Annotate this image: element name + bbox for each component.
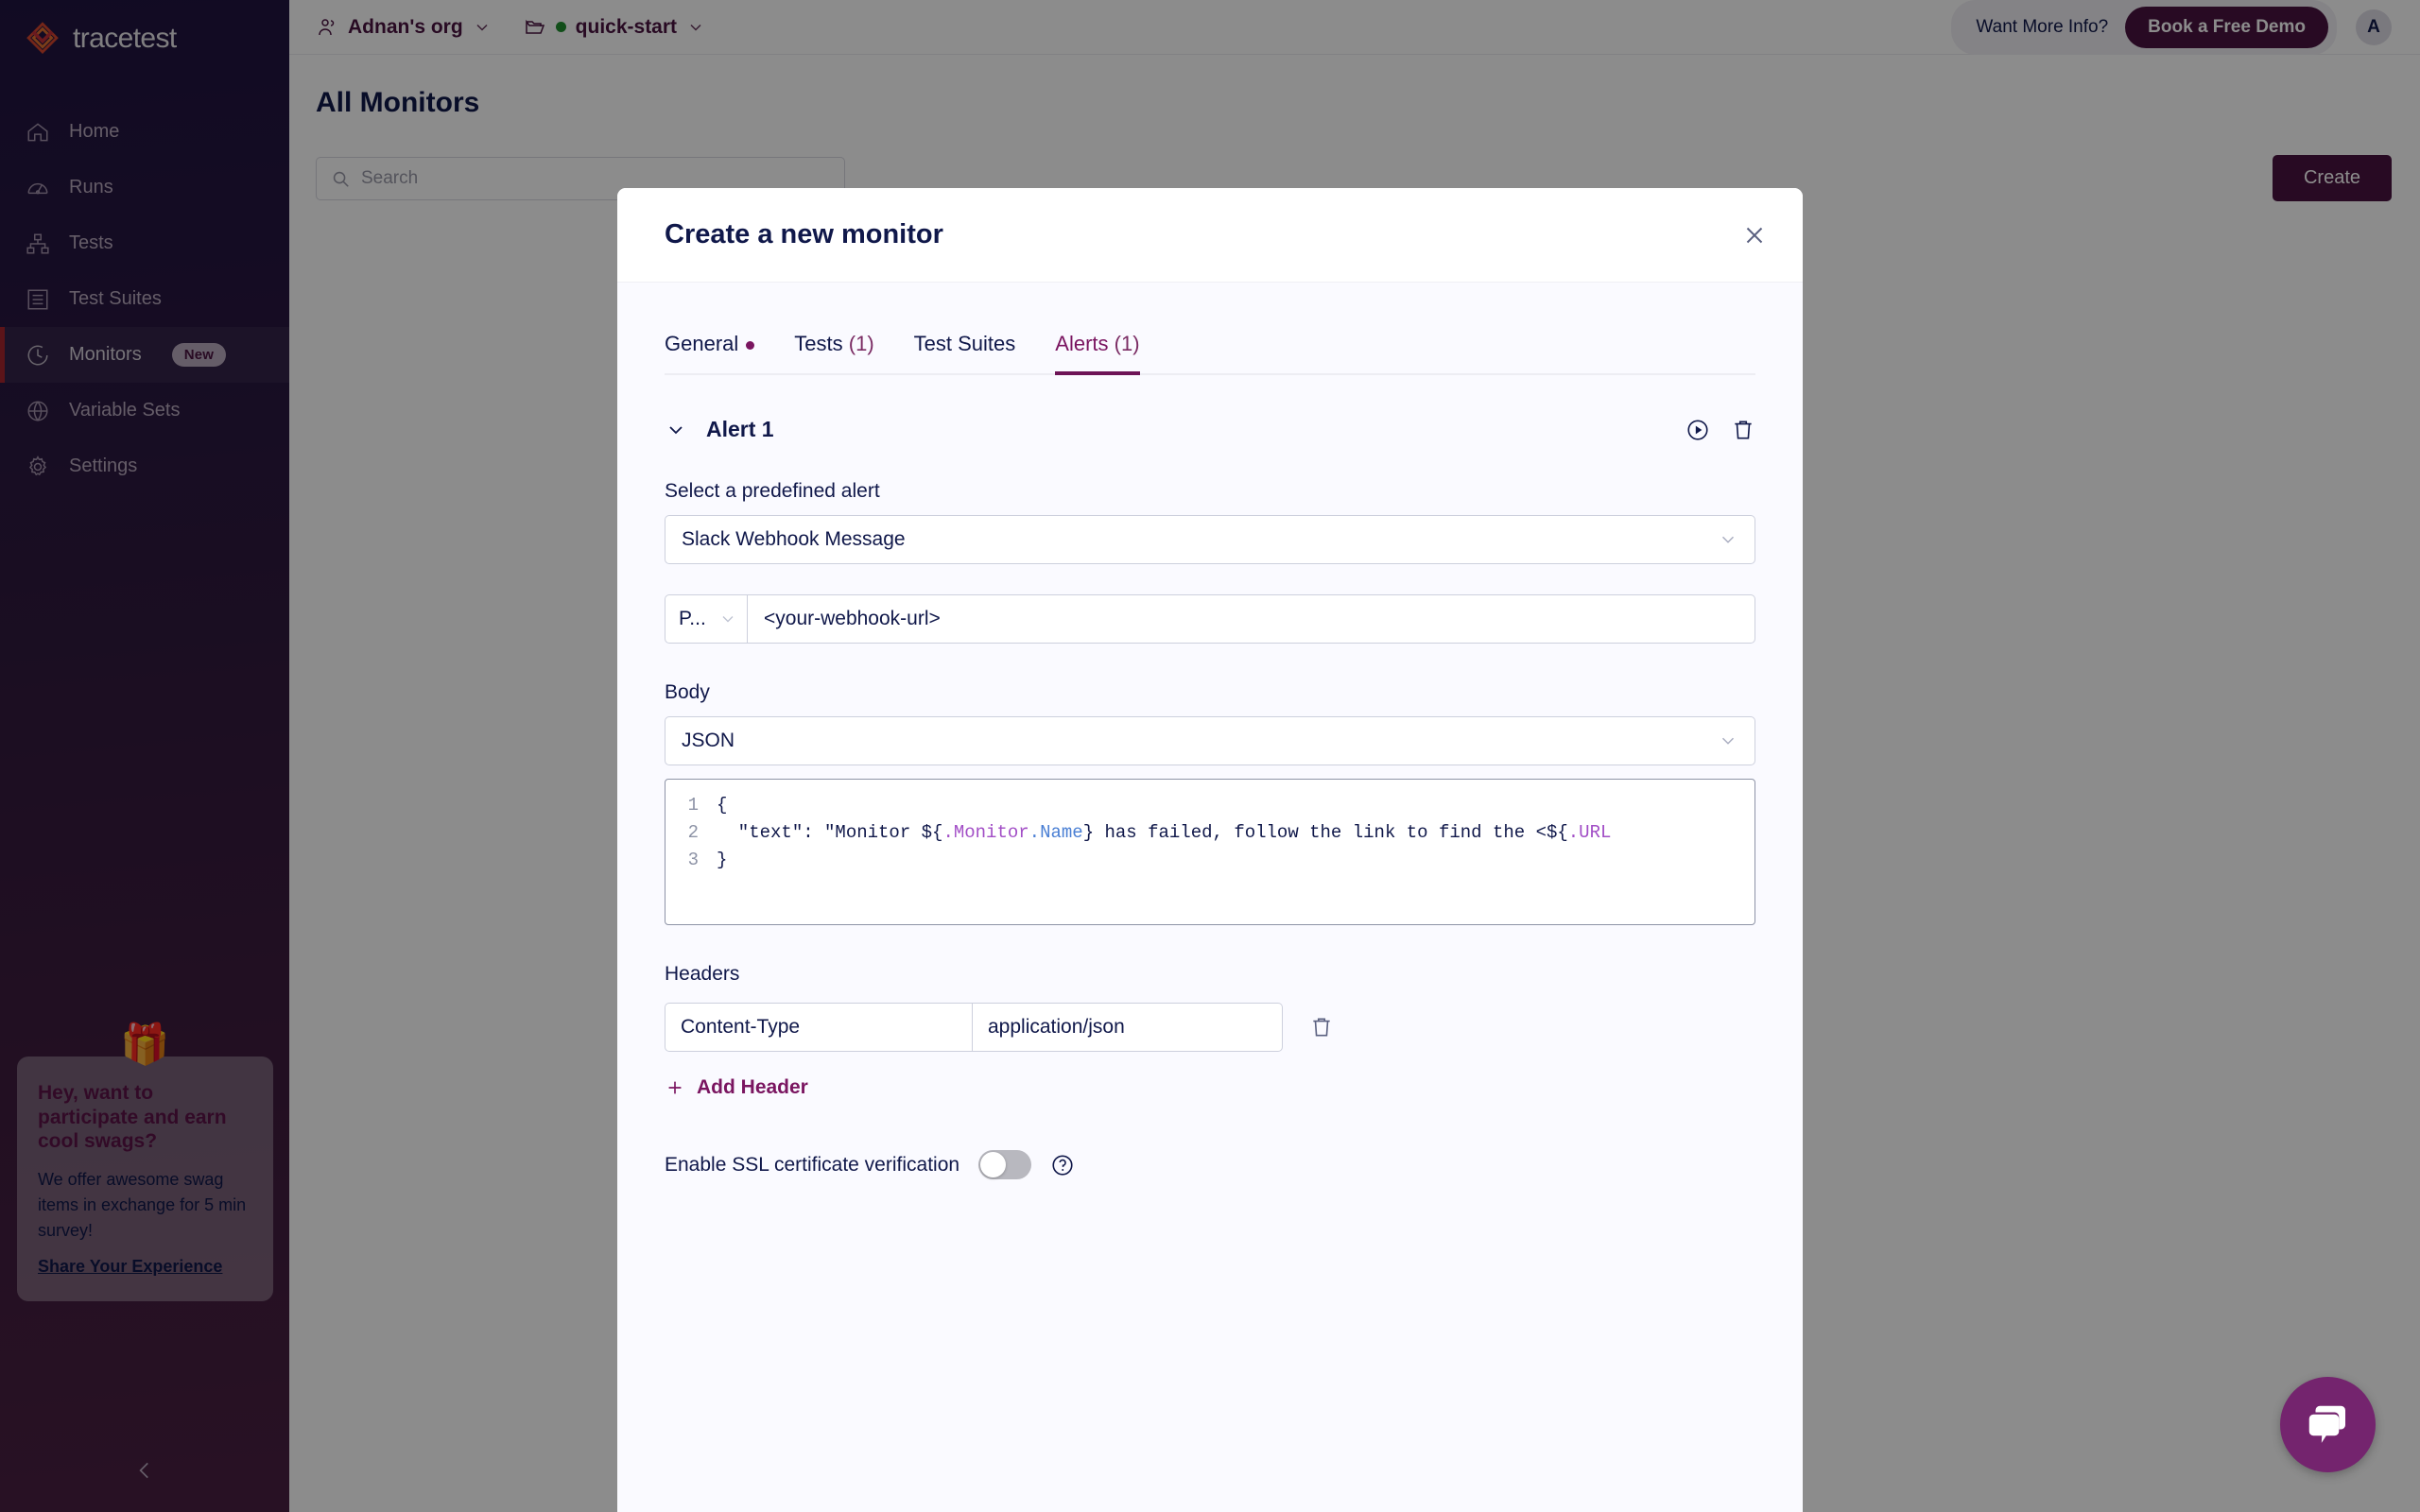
tab-label: Test Suites [913,332,1016,355]
tab-test-suites[interactable]: Test Suites [914,332,1016,373]
tab-dirty-dot [746,340,755,350]
code-line-1: { [717,795,728,816]
ssl-toggle[interactable] [978,1150,1032,1179]
chat-bubble-icon [2308,1405,2345,1443]
modal-title: Create a new monitor [665,219,943,249]
tab-tests[interactable]: Tests (1) [794,332,873,373]
tab-count: (1) [848,332,874,355]
close-icon [1746,227,1763,243]
close-button[interactable] [1740,221,1769,249]
predefined-alert-value: Slack Webhook Message [682,528,906,550]
ssl-help-button[interactable] [1050,1153,1075,1177]
ssl-label: Enable SSL certificate verification [665,1153,960,1176]
alert-collapse-toggle[interactable] [665,419,687,441]
header-value-input[interactable] [973,1003,1283,1052]
run-alert-button[interactable] [1685,418,1710,442]
add-header-button[interactable]: Add Header [665,1076,1755,1099]
alert-section-header: Alert 1 [665,417,1755,442]
ssl-verification-row: Enable SSL certificate verification [665,1150,1755,1179]
headers-label: Headers [665,963,740,985]
alert-name: Alert 1 [706,417,774,441]
code-line-2-mid: } has failed, follow the link to find th… [1082,822,1568,843]
code-line-3: } [717,850,728,870]
tab-count: (1) [1114,332,1140,355]
question-circle-icon [1052,1154,1073,1176]
create-monitor-modal: Create a new monitor General Tests (1) T… [617,188,1803,1512]
plus-icon [668,1081,682,1094]
tab-label: Alerts [1055,332,1109,355]
delete-alert-button[interactable] [1731,418,1755,442]
tab-general[interactable]: General [665,332,755,373]
webhook-url-row: P... [665,594,1755,644]
code-content: { "text": "Monitor ${.Monitor.Name} has … [707,780,1754,924]
chevron-down-icon [1721,737,1735,745]
tab-label: General [665,332,739,355]
add-header-label: Add Header [697,1076,808,1098]
trash-icon [1735,421,1752,438]
body-label: Body [665,681,710,703]
play-circle-icon [1687,419,1708,440]
predefined-alert-label: Select a predefined alert [665,480,880,502]
predefined-alert-select[interactable]: Slack Webhook Message [665,515,1755,564]
body-code-editor[interactable]: 123 { "text": "Monitor ${.Monitor.Name} … [665,779,1755,925]
delete-header-button[interactable] [1309,1015,1334,1040]
webhook-url-input[interactable] [748,594,1755,644]
chevron-down-icon [722,616,734,623]
code-line-2-pre: "text": "Monitor ${ [717,822,943,843]
alert-actions [1685,418,1755,442]
modal-body: General Tests (1) Test Suites Alerts (1) [617,283,1803,1512]
code-line-numbers: 123 [687,795,699,870]
tab-label: Tests [794,332,843,355]
http-method-select[interactable]: P... [665,594,748,644]
chevron-down-icon [669,425,683,434]
http-method-value: P... [679,608,706,629]
code-var-url: .URL [1567,822,1612,843]
chevron-down-icon [1721,536,1735,543]
body-format-value: JSON [682,730,735,751]
code-var-name: .Name [1028,822,1083,843]
chat-widget-button[interactable] [2280,1377,2376,1472]
modal-tabs: General Tests (1) Test Suites Alerts (1) [665,283,1755,375]
trash-icon [1313,1018,1330,1037]
toggle-knob [980,1152,1007,1177]
header-key-input[interactable] [665,1003,973,1052]
header-row [665,1003,1755,1052]
code-var-monitor: .Monitor [942,822,1029,843]
modal-header: Create a new monitor [617,188,1803,283]
tab-alerts[interactable]: Alerts (1) [1055,332,1140,375]
body-format-select[interactable]: JSON [665,716,1755,765]
